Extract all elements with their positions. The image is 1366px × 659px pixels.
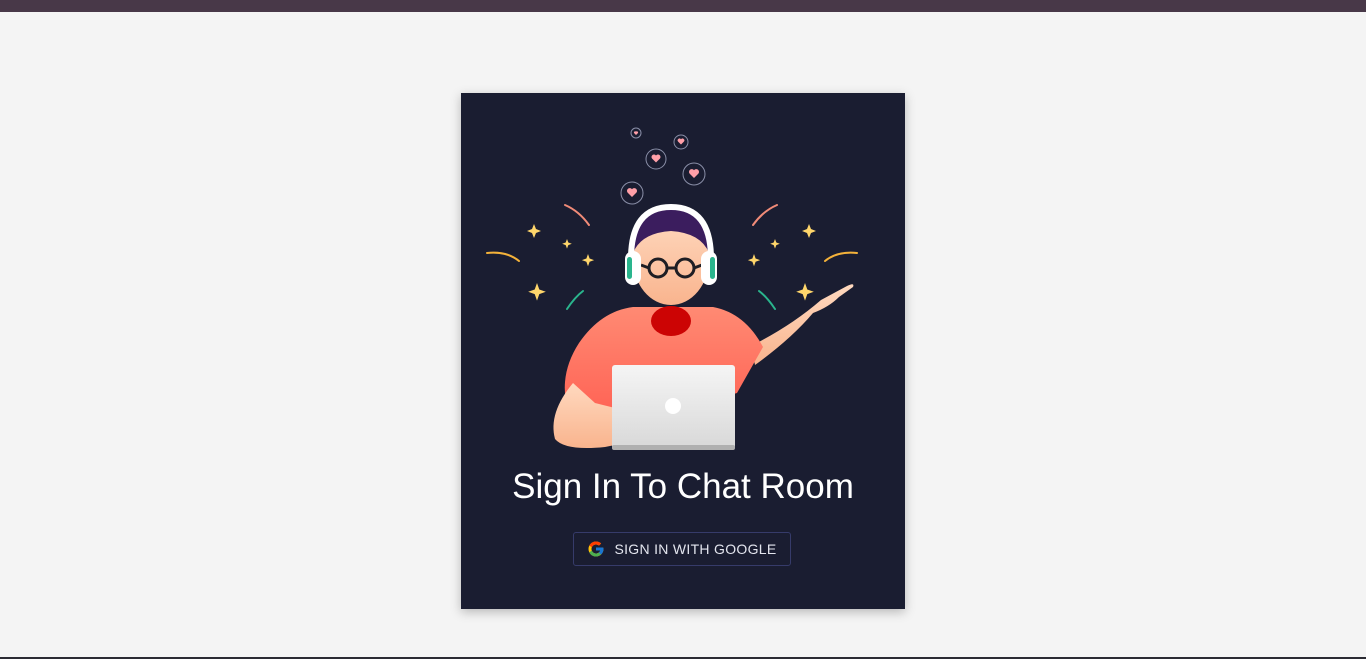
browser-top-bar <box>0 0 1366 12</box>
chat-illustration <box>486 127 858 450</box>
page-title: Sign In To Chat Room <box>512 467 854 506</box>
sign-in-with-google-button[interactable]: SIGN IN WITH GOOGLE <box>573 532 791 566</box>
google-icon <box>587 540 605 558</box>
sign-in-button-label: SIGN IN WITH GOOGLE <box>614 541 777 557</box>
laptop <box>612 365 735 450</box>
login-card: Sign In To Chat Room SIGN IN WITH GOOGLE <box>461 93 905 609</box>
